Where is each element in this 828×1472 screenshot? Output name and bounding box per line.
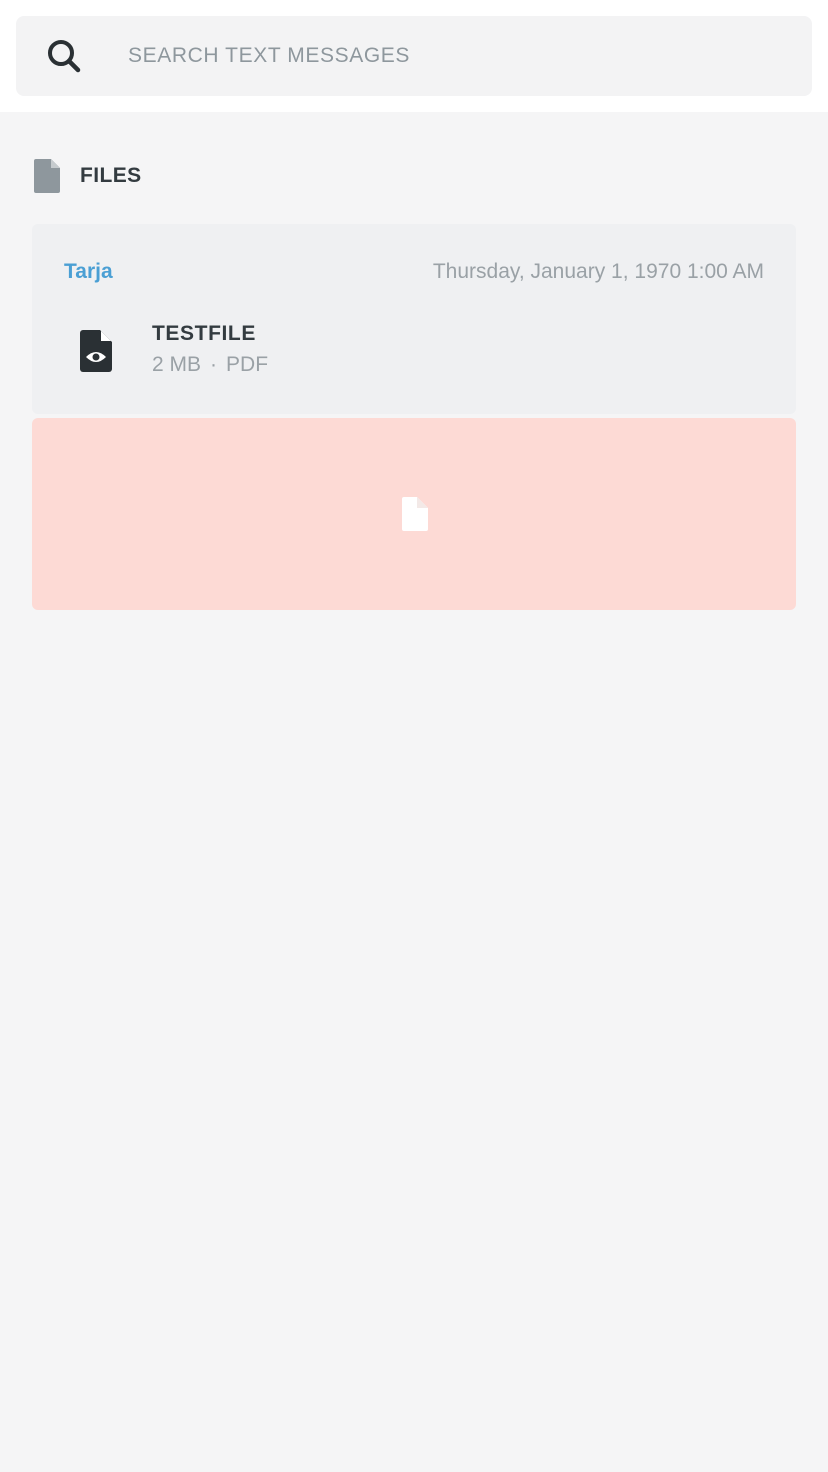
- top-bar: [0, 0, 828, 112]
- files-section-header: FILES: [34, 158, 142, 194]
- file-type: PDF: [226, 353, 269, 376]
- message-timestamp: Thursday, January 1, 1970 1:00 AM: [432, 260, 764, 283]
- search-icon[interactable]: [46, 38, 82, 74]
- file-icon: [34, 159, 60, 193]
- sender-name[interactable]: Tarja: [64, 260, 113, 284]
- file-message-card[interactable]: Tarja Thursday, January 1, 1970 1:00 AM …: [32, 224, 796, 414]
- file-name[interactable]: TESTFILE: [152, 322, 256, 346]
- search-input[interactable]: [112, 16, 792, 96]
- section-title: FILES: [80, 164, 142, 187]
- search-box[interactable]: [16, 16, 812, 96]
- meta-separator: ·: [210, 353, 218, 376]
- file-preview-icon[interactable]: [80, 330, 112, 372]
- file-meta: 2 MB · PDF: [152, 353, 268, 377]
- file-size: 2 MB: [152, 353, 202, 376]
- file-preview-card[interactable]: [32, 418, 796, 610]
- file-placeholder-icon: [402, 497, 428, 531]
